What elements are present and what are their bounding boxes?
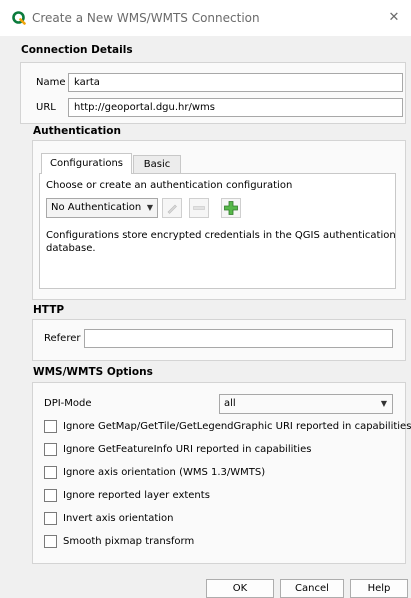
ignore-layer-extents-label: Ignore reported layer extents bbox=[63, 490, 210, 501]
qgis-icon bbox=[12, 11, 26, 25]
ignore-getfeatureinfo-uri-checkbox[interactable] bbox=[44, 443, 57, 456]
options-header: WMS/WMTS Options bbox=[33, 366, 153, 378]
ignore-getmap-uri-checkbox[interactable] bbox=[44, 420, 57, 433]
close-icon[interactable]: ✕ bbox=[386, 10, 402, 25]
url-label: URL bbox=[36, 102, 56, 113]
url-field[interactable]: http://geoportal.dgu.hr/wms bbox=[68, 98, 403, 117]
http-header: HTTP bbox=[33, 304, 65, 316]
auth-note-line1: Configurations store encrypted credentia… bbox=[46, 230, 396, 241]
chevron-down-icon: ▼ bbox=[146, 203, 154, 212]
invert-axis-orientation-checkbox[interactable] bbox=[44, 512, 57, 525]
pencil-icon bbox=[167, 204, 177, 214]
auth-instruction: Choose or create an authentication confi… bbox=[46, 180, 293, 191]
window-title: Create a New WMS/WMTS Connection bbox=[32, 11, 260, 25]
ignore-layer-extents-checkbox[interactable] bbox=[44, 489, 57, 502]
smooth-pixmap-checkbox[interactable] bbox=[44, 535, 57, 548]
title-bar: Create a New WMS/WMTS Connection ✕ bbox=[0, 0, 411, 36]
invert-axis-orientation-label: Invert axis orientation bbox=[63, 513, 174, 524]
add-config-button[interactable] bbox=[221, 198, 241, 218]
ignore-axis-orientation-checkbox[interactable] bbox=[44, 466, 57, 479]
dpi-mode-value: all bbox=[224, 398, 236, 409]
authentication-header: Authentication bbox=[33, 125, 121, 137]
ok-button[interactable]: OK bbox=[206, 579, 274, 598]
name-label: Name bbox=[36, 77, 66, 88]
remove-icon bbox=[193, 206, 205, 210]
ignore-axis-orientation-label: Ignore axis orientation (WMS 1.3/WMTS) bbox=[63, 467, 266, 478]
help-button[interactable]: Help bbox=[350, 579, 408, 598]
tab-basic[interactable]: Basic bbox=[133, 155, 181, 174]
remove-config-button[interactable] bbox=[189, 198, 209, 218]
add-icon bbox=[224, 201, 238, 215]
smooth-pixmap-label: Smooth pixmap transform bbox=[63, 536, 195, 547]
auth-note-line2: database. bbox=[46, 243, 96, 254]
dpi-mode-label: DPI-Mode bbox=[44, 398, 92, 409]
auth-config-combo[interactable]: No Authentication ▼ bbox=[46, 198, 158, 218]
cancel-button[interactable]: Cancel bbox=[280, 579, 344, 598]
referer-label: Referer bbox=[44, 333, 81, 344]
referer-field[interactable] bbox=[84, 329, 393, 348]
tab-configurations[interactable]: Configurations bbox=[41, 153, 132, 174]
ignore-getmap-uri-label: Ignore GetMap/GetTile/GetLegendGraphic U… bbox=[63, 421, 411, 432]
edit-config-button[interactable] bbox=[162, 198, 182, 218]
name-field[interactable]: karta bbox=[68, 73, 403, 92]
dpi-mode-select[interactable]: all ▼ bbox=[219, 394, 393, 414]
auth-config-combo-value: No Authentication bbox=[51, 202, 142, 213]
chevron-down-icon: ▼ bbox=[380, 399, 388, 408]
connection-details-header: Connection Details bbox=[21, 44, 133, 56]
ignore-getfeatureinfo-uri-label: Ignore GetFeatureInfo URI reported in ca… bbox=[63, 444, 312, 455]
